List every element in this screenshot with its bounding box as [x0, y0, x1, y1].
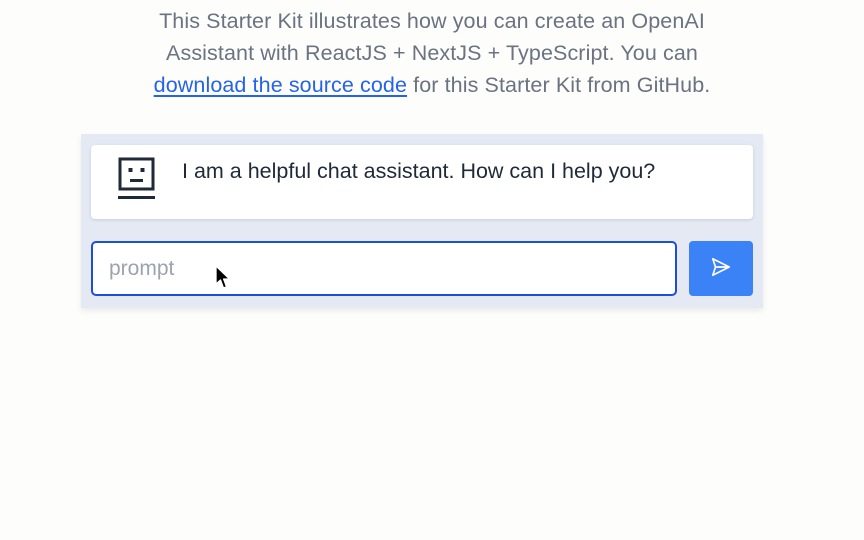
- intro-line-3-rest: for this Starter Kit from GitHub.: [407, 73, 711, 97]
- intro-line-2: Assistant with ReactJS + NextJS + TypeSc…: [166, 41, 698, 65]
- send-button[interactable]: [689, 241, 753, 296]
- intro-line-3: download the source code for this Starte…: [0, 69, 864, 101]
- assistant-message-text: I am a helpful chat assistant. How can I…: [182, 159, 656, 183]
- robot-face-icon: [117, 157, 157, 203]
- paper-plane-icon: [710, 256, 732, 281]
- prompt-input[interactable]: [91, 241, 677, 296]
- chat-panel: I am a helpful chat assistant. How can I…: [81, 134, 763, 308]
- assistant-message: I am a helpful chat assistant. How can I…: [91, 145, 753, 219]
- download-source-link[interactable]: download the source code: [154, 73, 407, 97]
- intro-text: This Starter Kit illustrates how you can…: [0, 5, 864, 101]
- intro-line-1: This Starter Kit illustrates how you can…: [159, 9, 705, 33]
